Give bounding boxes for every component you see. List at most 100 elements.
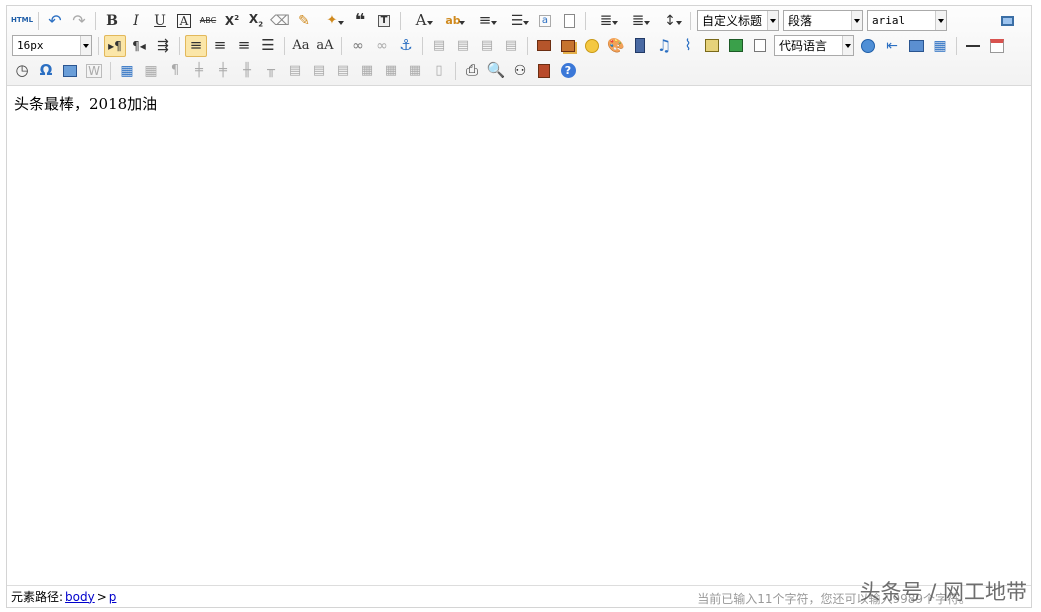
frame-icon [705,39,719,52]
code-language-select[interactable]: 代码语言 [774,35,854,56]
rtl-direction-button[interactable]: ¶◂ [128,35,150,57]
lowercase-button[interactable]: aA [314,35,336,57]
music-button[interactable]: ♫ [653,35,675,57]
globe-icon [861,38,875,53]
redo-button[interactable]: ↷ [68,10,90,32]
redo-icon: ↷ [72,10,86,30]
paperclip-icon: ⌇ [684,36,692,54]
merge-right-button[interactable]: ▤ [308,60,330,82]
insert-code-button[interactable] [749,35,771,57]
paste-plain-button[interactable]: T [373,10,395,32]
horizontal-rule-button[interactable] [962,35,984,57]
align-left-button[interactable]: ≡ [185,34,207,57]
align-right-icon: ≡ [237,36,251,54]
video-button[interactable] [629,35,651,57]
unordered-list-button[interactable]: ☰ [502,10,532,32]
split-to-rows-button[interactable]: ▦ [380,60,402,82]
bold-button[interactable]: B [101,10,123,32]
delete-col-button[interactable]: ╥ [260,60,282,82]
multi-image-button[interactable] [557,35,579,57]
help-button[interactable]: ? [557,60,579,82]
indent-button[interactable]: ⇶ [152,35,174,57]
select-all-button[interactable]: a [534,10,556,32]
split-to-cols-button[interactable]: ▦ [404,60,426,82]
word-paste-button[interactable]: W [83,60,105,82]
insert-frame-button[interactable] [701,35,723,57]
subscript-button[interactable]: X2 [245,10,267,32]
italic-button[interactable]: I [125,10,147,32]
background-button[interactable]: ▦ [929,35,951,57]
simple-upload-button[interactable] [533,35,555,57]
insert-col-button[interactable]: ╫ [236,60,258,82]
clear-doc-button[interactable] [558,10,580,32]
print-button[interactable]: ⎙ [461,60,483,82]
ordered-list-button[interactable]: ≡ [470,10,500,32]
font-family-select[interactable]: arial [867,10,947,31]
paragraph-select[interactable]: 段落 [783,10,863,31]
split-to-cells-button[interactable]: ▦ [356,60,378,82]
insert-table-button[interactable]: ▦ [116,60,138,82]
date-button[interactable] [986,35,1008,57]
scrawl-button[interactable]: 🎨 [605,35,627,57]
attachment-button[interactable]: ⌇ [677,35,699,57]
undo-button[interactable]: ↶ [44,10,66,32]
merge-cells-button[interactable]: ▤ [284,60,306,82]
page-break-button[interactable]: ⇤ [881,35,903,57]
insert-row-button[interactable]: ╪ [188,60,210,82]
omega-icon: Ω [39,61,53,79]
emotion-button[interactable] [581,35,603,57]
web-app-button[interactable] [857,35,879,57]
superscript-button[interactable]: X2 [221,10,243,32]
font-border-button[interactable]: A [173,10,195,32]
quote-icon: ❝ [354,9,366,31]
fullscreen-button[interactable] [996,10,1018,32]
unlink-button[interactable]: ∞ [371,35,393,57]
delete-row-button[interactable]: ╪ [212,60,234,82]
strikethrough-button[interactable]: ABC [197,10,219,32]
image-none-button[interactable]: ▤ [428,35,450,57]
search-replace-button[interactable]: ⚇ [509,60,531,82]
custom-style-select[interactable]: 自定义标题 [697,10,779,31]
time-button[interactable]: ◷ [11,60,33,82]
auto-format-button[interactable]: ✦ [317,10,347,32]
editor-content-area[interactable]: 头条最棒，2018加油 [7,86,1031,586]
line-height-button[interactable]: ↕ [655,10,685,32]
content-paragraph[interactable]: 头条最棒，2018加油 [14,93,1024,114]
row-spacing-bottom-button[interactable]: ≣ [623,10,653,32]
special-chars-button[interactable]: Ω [35,60,57,82]
clear-format-button[interactable]: ⌫ [269,10,291,32]
element-path-body-link[interactable]: body [65,590,95,604]
film-icon [635,38,645,53]
image-left-button[interactable]: ▤ [452,35,474,57]
underline-button[interactable]: U [149,10,171,32]
word-image-button[interactable] [59,60,81,82]
html-source-button[interactable]: HTML [11,10,33,32]
google-map-button[interactable] [725,35,747,57]
preview-button[interactable]: 🔍 [485,60,507,82]
font-color-button[interactable]: A [406,10,436,32]
template-button[interactable] [905,35,927,57]
image-right-button[interactable]: ▤ [476,35,498,57]
link-button[interactable]: ∞ [347,35,369,57]
image-center-button[interactable]: ▤ [500,35,522,57]
drafts-icon [538,63,550,78]
font-color-icon: A [415,11,427,29]
insert-paragraph-before-table-button[interactable]: ¶ [164,60,186,82]
align-center-button[interactable]: ≡ [209,35,231,57]
format-painter-button[interactable]: ✎ [293,10,315,32]
blockquote-button[interactable]: ❝ [349,10,371,32]
chart-button[interactable]: ▯ [428,60,450,82]
highlight-button[interactable]: ab [438,10,468,32]
align-justify-button[interactable]: ☰ [257,35,279,57]
row-spacing-top-button[interactable]: ≣ [591,10,621,32]
anchor-button[interactable]: ⚓ [395,35,417,57]
element-path-p-link[interactable]: p [109,590,117,604]
delete-table-icon: ▦ [144,62,158,79]
align-right-button[interactable]: ≡ [233,35,255,57]
font-size-select[interactable]: 16px [12,35,92,56]
merge-down-button[interactable]: ▤ [332,60,354,82]
delete-table-button[interactable]: ▦ [140,60,162,82]
drafts-button[interactable] [533,60,555,82]
uppercase-button[interactable]: Aa [290,35,312,57]
ltr-direction-button[interactable]: ▸¶ [104,34,126,57]
